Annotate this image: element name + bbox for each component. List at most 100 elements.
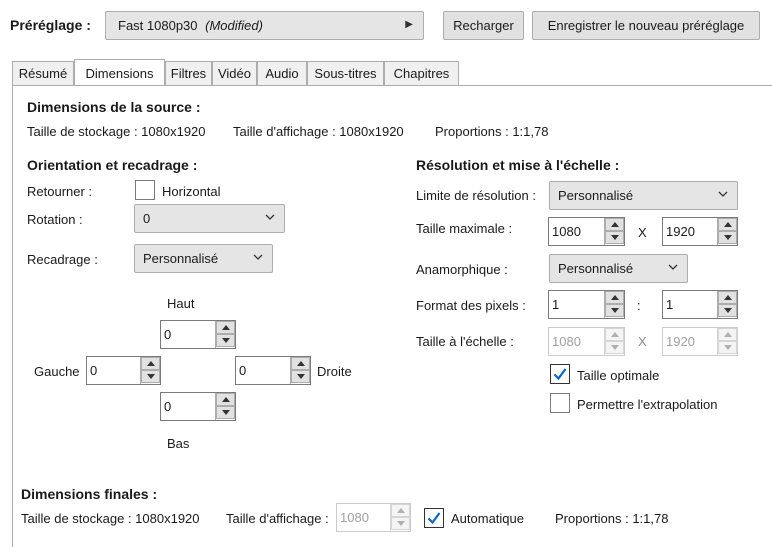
- resolution-heading: Résolution et mise à l'échelle :: [416, 157, 620, 173]
- preset-label: Préréglage :: [10, 17, 91, 33]
- spin-up-icon[interactable]: [141, 357, 160, 370]
- crop-left-value: 0: [90, 363, 98, 378]
- allow-upscale-checkbox[interactable]: [550, 393, 570, 413]
- crop-bottom-value: 0: [164, 399, 172, 414]
- save-preset-button[interactable]: Enregistrer le nouveau préréglage: [532, 11, 760, 40]
- tab-dimensions[interactable]: Dimensions: [74, 59, 165, 85]
- anamorphic-select[interactable]: Personnalisé: [549, 254, 688, 283]
- rotation-value: 0: [143, 211, 151, 226]
- automatic-label: Automatique: [451, 511, 524, 526]
- source-display-size: Taille d'affichage : 1080x1920: [233, 124, 404, 139]
- spin-up-icon[interactable]: [291, 357, 310, 370]
- spin-up-icon[interactable]: [718, 218, 737, 231]
- spin-down-icon[interactable]: [216, 334, 235, 347]
- triangle-right-icon: ▶: [405, 19, 413, 30]
- crop-top-label: Haut: [167, 296, 195, 311]
- anamorphic-value: Personnalisé: [558, 261, 634, 276]
- source-storage-size: Taille de stockage : 1080x1920: [27, 124, 206, 139]
- scaled-size-separator: X: [638, 334, 647, 349]
- spin-up-icon[interactable]: [216, 321, 235, 334]
- crop-top-input[interactable]: 0: [160, 320, 236, 349]
- chevron-down-icon: [265, 214, 275, 220]
- preset-selector[interactable]: Fast 1080p30 (Modified) ▶: [105, 11, 424, 40]
- final-display-input: 1080: [336, 503, 411, 532]
- crop-bottom-label: Bas: [167, 436, 190, 451]
- scaled-width-value: 1080: [552, 334, 581, 349]
- tab-summary[interactable]: Résumé: [12, 61, 74, 86]
- source-aspect: Proportions : 1:1,78: [435, 124, 549, 139]
- max-height-value: 1920: [666, 224, 695, 239]
- crop-value: Personnalisé: [143, 251, 219, 266]
- reload-button[interactable]: Recharger: [443, 11, 524, 40]
- tab-subtitles[interactable]: Sous-titres: [307, 61, 384, 86]
- scaled-size-label: Taille à l'échelle :: [416, 334, 514, 349]
- crop-bottom-input[interactable]: 0: [160, 392, 236, 421]
- automatic-checkbox[interactable]: [424, 508, 444, 528]
- spin-down-icon: [391, 517, 410, 530]
- max-size-label: Taille maximale :: [416, 221, 513, 236]
- crop-left-input[interactable]: 0: [86, 356, 161, 385]
- spin-up-icon[interactable]: [718, 291, 737, 304]
- flip-horizontal-label: Horizontal: [162, 184, 221, 199]
- pixel-format-label: Format des pixels :: [416, 298, 526, 313]
- spin-down-icon: [718, 341, 737, 354]
- preset-modified: (Modified): [205, 18, 263, 33]
- source-heading: Dimensions de la source :: [27, 99, 201, 115]
- spin-down-icon[interactable]: [216, 406, 235, 419]
- spin-up-icon[interactable]: [605, 291, 624, 304]
- optimal-size-checkbox[interactable]: [550, 364, 570, 384]
- spin-up-icon: [605, 328, 624, 341]
- crop-right-input[interactable]: 0: [235, 356, 311, 385]
- spin-up-icon: [391, 504, 410, 517]
- tab-chapters[interactable]: Chapitres: [384, 61, 459, 86]
- tab-audio[interactable]: Audio: [257, 61, 307, 86]
- final-display-value: 1080: [340, 510, 369, 525]
- chevron-down-icon: [668, 264, 678, 270]
- par-height-input[interactable]: 1: [662, 290, 738, 319]
- spin-up-icon: [718, 328, 737, 341]
- max-width-input[interactable]: 1080: [548, 217, 625, 246]
- tab-filters[interactable]: Filtres: [165, 61, 212, 86]
- final-heading: Dimensions finales :: [21, 486, 158, 502]
- chevron-down-icon: [253, 254, 263, 260]
- allow-upscale-label: Permettre l'extrapolation: [577, 397, 718, 412]
- dimensions-panel: [12, 85, 772, 547]
- par-width-value: 1: [552, 297, 560, 312]
- spin-up-icon[interactable]: [605, 218, 624, 231]
- spin-down-icon: [605, 341, 624, 354]
- spin-up-icon[interactable]: [216, 393, 235, 406]
- spin-down-icon[interactable]: [141, 370, 160, 383]
- crop-right-value: 0: [239, 363, 247, 378]
- chevron-down-icon: [718, 191, 728, 197]
- spin-down-icon[interactable]: [605, 304, 624, 317]
- final-aspect: Proportions : 1:1,78: [555, 511, 669, 526]
- flip-horizontal-checkbox[interactable]: [135, 180, 155, 200]
- final-storage-size: Taille de stockage : 1080x1920: [21, 511, 200, 526]
- crop-right-label: Droite: [317, 364, 352, 379]
- max-height-input[interactable]: 1920: [662, 217, 738, 246]
- preset-name: Fast 1080p30: [118, 18, 198, 33]
- spin-down-icon[interactable]: [718, 304, 737, 317]
- orientation-heading: Orientation et recadrage :: [27, 157, 198, 173]
- par-separator: :: [637, 298, 641, 313]
- rotation-select[interactable]: 0: [134, 204, 285, 233]
- anamorphic-label: Anamorphique :: [416, 262, 508, 277]
- scaled-width-input: 1080: [548, 327, 625, 356]
- par-width-input[interactable]: 1: [548, 290, 625, 319]
- resolution-limit-label: Limite de résolution :: [416, 188, 536, 203]
- scaled-height-input: 1920: [662, 327, 738, 356]
- par-height-value: 1: [666, 297, 674, 312]
- checkmark-icon: [553, 368, 567, 381]
- checkmark-icon: [427, 512, 441, 525]
- resolution-limit-value: Personnalisé: [558, 188, 634, 203]
- spin-down-icon[interactable]: [291, 370, 310, 383]
- tab-video[interactable]: Vidéo: [212, 61, 257, 86]
- spin-down-icon[interactable]: [605, 231, 624, 244]
- crop-label: Recadrage :: [27, 252, 98, 267]
- resolution-limit-select[interactable]: Personnalisé: [549, 181, 738, 210]
- final-display-label: Taille d'affichage :: [226, 511, 329, 526]
- crop-select[interactable]: Personnalisé: [134, 244, 273, 273]
- max-width-value: 1080: [552, 224, 581, 239]
- crop-left-label: Gauche: [34, 364, 80, 379]
- spin-down-icon[interactable]: [718, 231, 737, 244]
